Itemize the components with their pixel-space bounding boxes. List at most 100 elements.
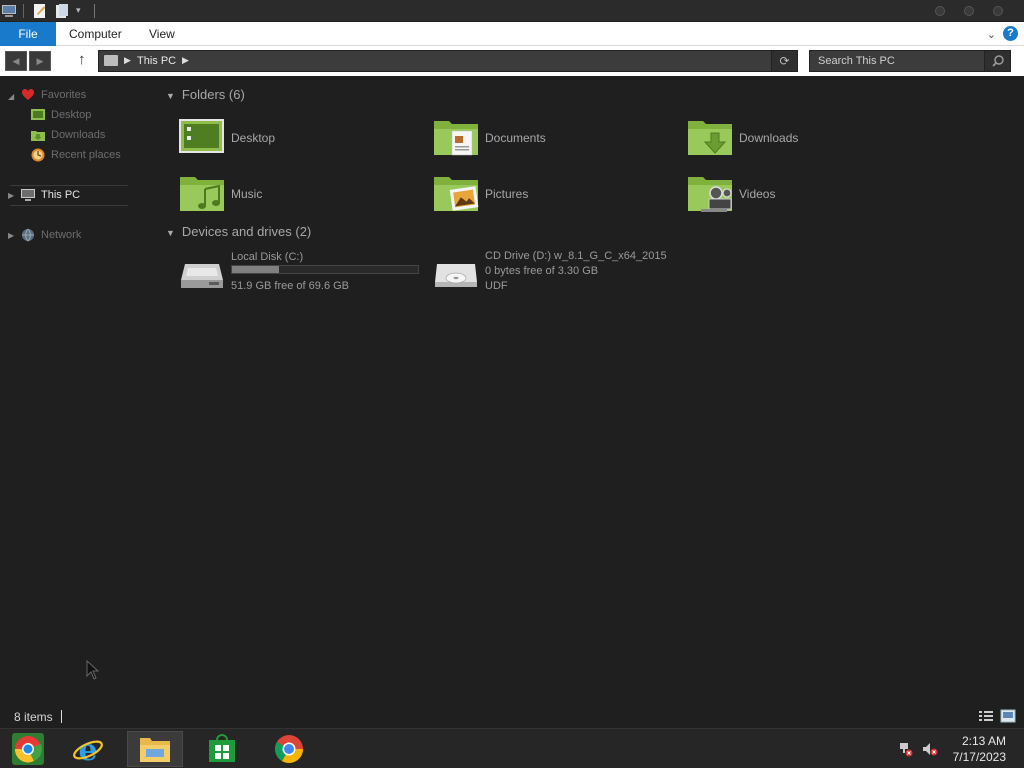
- tab-computer[interactable]: Computer: [69, 22, 122, 46]
- pc-icon: [104, 55, 118, 66]
- drive-name: Local Disk (C:): [231, 251, 304, 263]
- drive-cd-d[interactable]: CD Drive (D:) w_8.1_G_C_x64_2015 0 bytes…: [433, 250, 693, 300]
- breadcrumb-this-pc[interactable]: This PC: [137, 55, 176, 67]
- folder-label: Videos: [739, 187, 776, 201]
- tab-view[interactable]: View: [149, 22, 175, 46]
- nav-network[interactable]: ▶ Network: [0, 227, 130, 245]
- folder-music[interactable]: Music: [179, 173, 419, 217]
- separator: [94, 4, 95, 18]
- chrome-remote-icon: [12, 733, 44, 765]
- folders-group-header[interactable]: ▼ Folders (6): [166, 87, 245, 102]
- title-bar: ▾: [0, 0, 1024, 22]
- search-box[interactable]: [809, 50, 1011, 72]
- tab-file[interactable]: File: [0, 22, 56, 46]
- expand-chevron-icon[interactable]: ▶: [8, 231, 14, 240]
- taskbar-chrome[interactable]: [261, 731, 317, 767]
- collapse-chevron-icon[interactable]: ▼: [166, 91, 175, 101]
- help-button[interactable]: ?: [1003, 26, 1018, 41]
- divider: [10, 185, 128, 186]
- downloads-folder-icon: [688, 121, 732, 155]
- taskbar: e 2:13 AM 7/17/2023: [0, 728, 1024, 768]
- customize-toolbar-chevron-icon[interactable]: ▾: [76, 5, 81, 16]
- nav-item-label: Desktop: [51, 109, 92, 121]
- nav-item-downloads[interactable]: Downloads: [0, 127, 130, 145]
- heart-icon: [21, 88, 35, 100]
- clock-date: 7/17/2023: [952, 750, 1006, 764]
- folder-downloads[interactable]: Downloads: [687, 117, 927, 161]
- folder-desktop[interactable]: Desktop: [179, 117, 419, 161]
- drive-usage-fill: [232, 266, 279, 273]
- system-clock[interactable]: 2:13 AM 7/17/2023: [953, 733, 1006, 765]
- drive-free-space: 0 bytes free of 3.30 GB: [485, 265, 599, 277]
- divider: [10, 205, 128, 206]
- navigation-pane: ◢ Favorites Desktop Downloads Recent pla…: [0, 76, 160, 706]
- computer-icon[interactable]: [1, 3, 17, 19]
- drive-usage-bar: [231, 265, 419, 274]
- search-input[interactable]: [810, 51, 986, 71]
- drive-free-space: 51.9 GB free of 69.6 GB: [231, 280, 350, 292]
- details-view-icon[interactable]: [978, 709, 994, 723]
- network-disconnected-icon[interactable]: [898, 741, 914, 757]
- devices-group-title: Devices and drives (2): [181, 224, 312, 239]
- expand-chevron-icon[interactable]: ▶: [8, 191, 14, 200]
- documents-folder-icon: [434, 121, 478, 156]
- collapse-chevron-icon[interactable]: ▼: [166, 228, 175, 238]
- folder-label: Downloads: [739, 131, 799, 145]
- file-explorer-icon: [140, 738, 170, 762]
- folder-pictures[interactable]: Pictures: [433, 173, 673, 217]
- volume-muted-icon[interactable]: [922, 741, 938, 757]
- internet-explorer-icon: e: [73, 733, 103, 766]
- desktop-folder-icon: [179, 119, 224, 153]
- nav-favorites-label: Favorites: [41, 89, 87, 101]
- status-bar: 8 items: [0, 706, 1024, 728]
- minimize-button[interactable]: [935, 6, 945, 16]
- drive-file-system: UDF: [485, 280, 508, 292]
- network-globe-icon: [22, 228, 34, 242]
- pc-icon: [21, 189, 35, 201]
- properties-icon[interactable]: [32, 3, 48, 19]
- svg-text:e: e: [78, 733, 97, 766]
- nav-item-label: Recent places: [51, 149, 121, 161]
- taskbar-chrome-remote[interactable]: [0, 731, 56, 767]
- nav-item-desktop[interactable]: Desktop: [0, 107, 130, 125]
- folder-label: Desktop: [231, 131, 276, 145]
- up-arrow-icon[interactable]: ↑: [78, 51, 86, 68]
- new-folder-icon[interactable]: [54, 3, 70, 19]
- folder-documents[interactable]: Documents: [433, 117, 673, 161]
- folder-videos[interactable]: Videos: [687, 173, 927, 217]
- separator: [23, 4, 24, 18]
- back-button[interactable]: ◀: [5, 51, 27, 71]
- nav-this-pc[interactable]: ▶ This PC: [0, 187, 130, 205]
- drive-name: CD Drive (D:) w_8.1_G_C_x64_2015: [485, 250, 667, 262]
- close-button[interactable]: [993, 6, 1003, 16]
- devices-group-header[interactable]: ▼ Devices and drives (2): [166, 224, 311, 239]
- expand-ribbon-chevron-icon[interactable]: ⌄: [987, 28, 996, 41]
- nav-this-pc-label: This PC: [41, 189, 81, 201]
- taskbar-internet-explorer[interactable]: e: [60, 731, 116, 767]
- desktop-icon: [31, 109, 45, 120]
- taskbar-file-explorer[interactable]: [127, 731, 183, 767]
- nav-item-label: Downloads: [51, 129, 106, 141]
- pictures-folder-icon: [434, 177, 479, 211]
- breadcrumb-arrow-icon[interactable]: ▶: [124, 55, 131, 66]
- breadcrumb-arrow-icon[interactable]: ▶: [182, 55, 189, 66]
- videos-folder-icon: [688, 177, 732, 212]
- folder-label: Pictures: [485, 187, 529, 201]
- nav-favorites[interactable]: ◢ Favorites: [0, 87, 130, 105]
- address-bar[interactable]: ▶ This PC ▶ ⟳: [98, 50, 798, 72]
- item-count: 8 items: [14, 710, 53, 724]
- search-button[interactable]: [984, 51, 1010, 71]
- drive-local-disk-c[interactable]: Local Disk (C:) 51.9 GB free of 69.6 GB: [179, 250, 424, 300]
- search-icon: [992, 55, 1004, 67]
- maximize-button[interactable]: [964, 6, 974, 16]
- forward-button[interactable]: ▶: [29, 51, 51, 71]
- taskbar-store[interactable]: [194, 731, 250, 767]
- folders-group-title: Folders (6): [181, 87, 245, 102]
- folder-label: Music: [231, 187, 263, 201]
- refresh-button[interactable]: ⟳: [771, 51, 797, 71]
- text-caret: [61, 710, 62, 723]
- large-icons-view-icon[interactable]: [1000, 709, 1016, 723]
- expand-chevron-icon[interactable]: ◢: [8, 92, 14, 101]
- nav-item-recent-places[interactable]: Recent places: [0, 147, 130, 165]
- store-icon: [209, 734, 235, 762]
